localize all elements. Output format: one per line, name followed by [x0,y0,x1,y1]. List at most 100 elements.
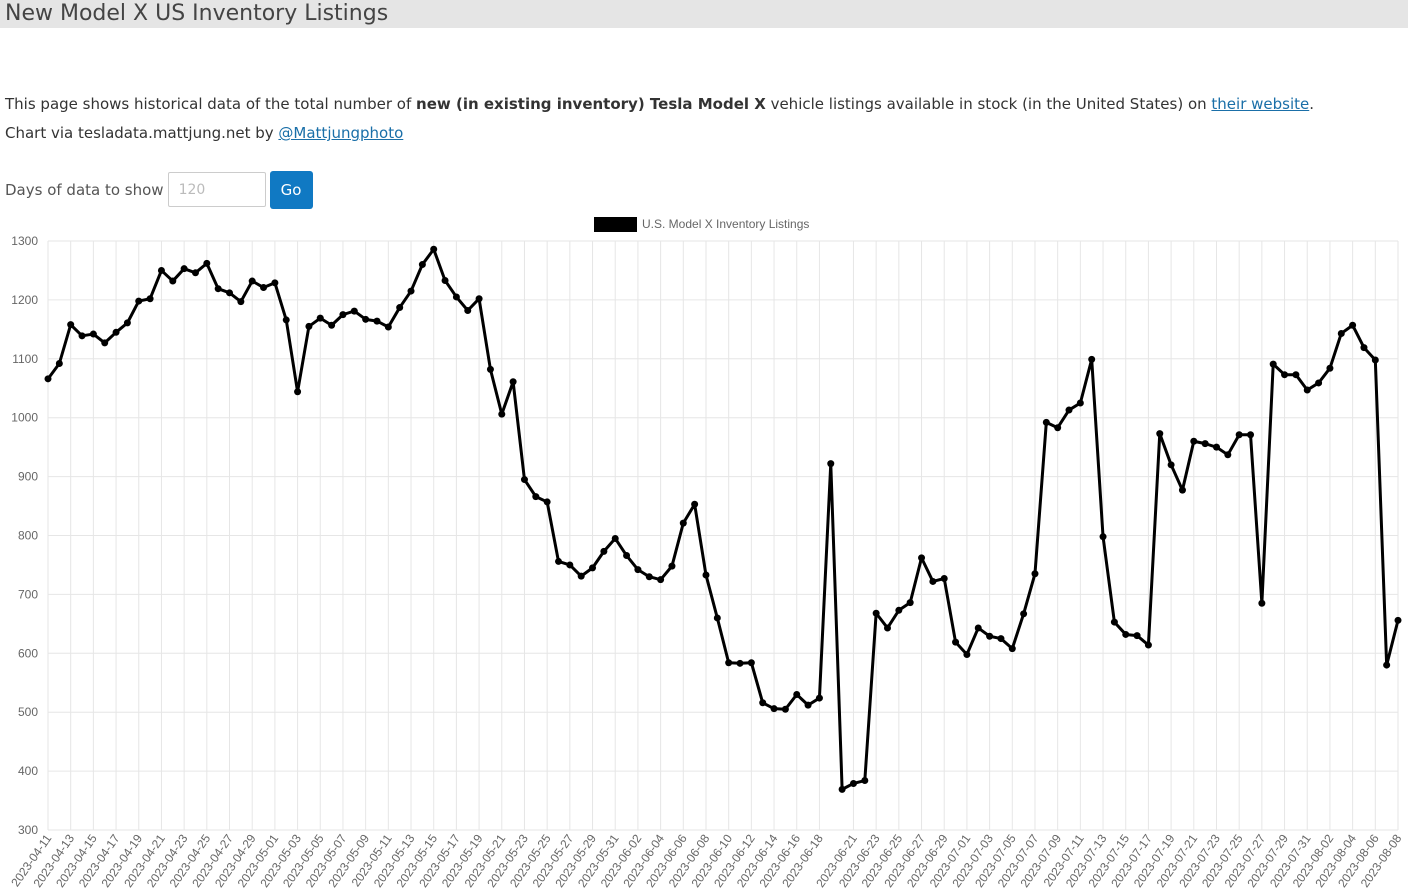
data-point[interactable] [1383,661,1391,669]
data-point[interactable] [657,576,665,584]
data-point[interactable] [691,500,699,508]
data-point[interactable] [713,614,721,622]
data-point[interactable] [1144,641,1152,649]
data-point[interactable] [1394,616,1402,624]
data-point[interactable] [849,779,857,787]
data-point[interactable] [1224,451,1232,459]
data-point[interactable] [123,319,131,327]
data-point[interactable] [260,284,268,292]
data-point[interactable] [328,321,336,329]
data-point[interactable] [226,289,234,297]
data-point[interactable] [1337,329,1345,337]
data-point[interactable] [1360,344,1368,352]
data-point[interactable] [600,547,608,555]
data-point[interactable] [520,476,528,484]
data-point[interactable] [566,561,574,569]
data-point[interactable] [316,314,324,322]
data-point[interactable] [634,566,642,574]
data-point[interactable] [339,311,347,319]
data-point[interactable] [1212,443,1220,451]
data-point[interactable] [747,659,755,667]
data-point[interactable] [464,307,472,315]
data-point[interactable] [1054,424,1062,432]
data-point[interactable] [282,316,290,324]
data-point[interactable] [1076,399,1084,407]
data-point[interactable] [509,378,517,386]
data-point[interactable] [793,691,801,699]
data-point[interactable] [373,317,381,325]
data-point[interactable] [759,699,767,707]
their-website-link[interactable]: their website [1211,95,1309,113]
data-point[interactable] [1190,437,1198,445]
author-link[interactable]: @Mattjungphoto [278,124,403,142]
data-point[interactable] [101,339,109,347]
data-point[interactable] [350,307,358,315]
data-point[interactable] [1258,599,1266,607]
data-point[interactable] [384,323,392,331]
data-point[interactable] [191,269,199,277]
data-point[interactable] [725,659,733,667]
data-point[interactable] [1349,321,1357,329]
data-point[interactable] [1326,364,1334,372]
data-point[interactable] [1156,430,1164,438]
data-point[interactable] [952,638,960,646]
data-point[interactable] [362,315,370,323]
data-point[interactable] [1269,360,1277,368]
data-point[interactable] [430,245,438,253]
data-point[interactable] [532,493,540,501]
data-point[interactable] [918,554,926,562]
data-point[interactable] [974,624,982,632]
data-point[interactable] [770,705,778,713]
data-point[interactable] [214,285,222,293]
data-point[interactable] [1303,386,1311,394]
data-point[interactable] [1133,632,1141,640]
data-point[interactable] [1281,371,1289,379]
data-point[interactable] [589,564,597,572]
data-point[interactable] [135,297,143,305]
days-input[interactable] [167,172,266,207]
data-point[interactable] [668,562,676,570]
data-point[interactable] [157,266,165,274]
data-point[interactable] [906,599,914,607]
data-point[interactable] [1371,356,1379,364]
data-point[interactable] [67,321,75,329]
data-point[interactable] [883,624,891,632]
data-point[interactable] [1099,533,1107,541]
data-point[interactable] [1031,570,1039,578]
data-point[interactable] [305,322,313,330]
data-point[interactable] [418,261,426,269]
data-point[interactable] [1178,486,1186,494]
data-point[interactable] [645,573,653,581]
data-point[interactable] [986,632,994,640]
data-point[interactable] [78,332,86,340]
data-point[interactable] [396,304,404,312]
data-point[interactable] [577,572,585,580]
data-point[interactable] [475,295,483,303]
data-point[interactable] [237,298,245,306]
data-point[interactable] [781,705,789,713]
data-point[interactable] [1042,418,1050,426]
data-point[interactable] [555,557,563,565]
data-point[interactable] [294,388,302,396]
data-point[interactable] [486,365,494,373]
data-point[interactable] [963,650,971,658]
data-point[interactable] [1088,355,1096,363]
data-point[interactable] [623,552,631,560]
data-point[interactable] [1065,406,1073,414]
data-point[interactable] [940,574,948,582]
data-point[interactable] [248,277,256,285]
data-point[interactable] [702,571,710,579]
data-point[interactable] [441,276,449,284]
data-point[interactable] [543,498,551,506]
data-point[interactable] [89,330,97,338]
data-point[interactable] [44,375,52,383]
data-point[interactable] [838,785,846,793]
data-point[interactable] [112,328,120,336]
data-point[interactable] [180,265,188,273]
data-point[interactable] [271,279,279,287]
data-point[interactable] [1235,431,1243,439]
data-point[interactable] [407,287,415,295]
data-point[interactable] [872,609,880,617]
data-point[interactable] [861,777,869,785]
data-point[interactable] [895,606,903,614]
